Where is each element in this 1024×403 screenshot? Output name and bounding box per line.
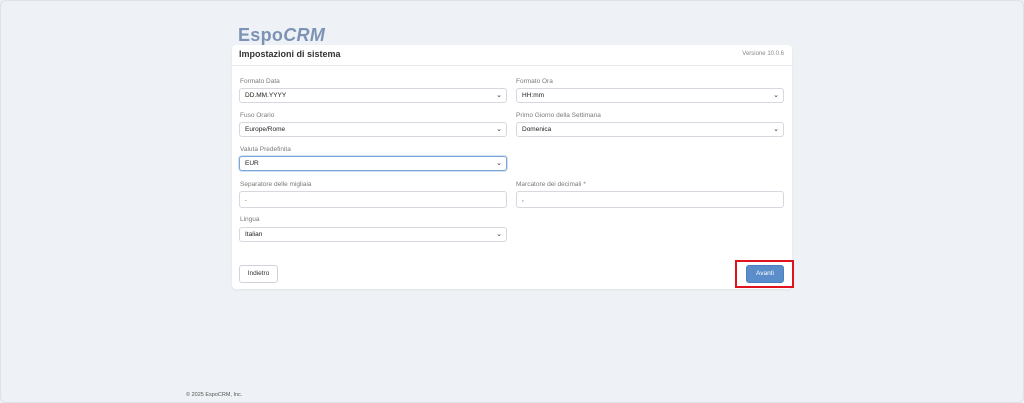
date-format-label: Formato Data [240,78,280,85]
decimal-mark-value: , [522,196,524,203]
next-button-highlight [735,260,794,288]
timezone-value: Europe/Rome [245,126,286,133]
timezone-label: Fuso Orario [240,112,275,119]
espocrm-logo: EspoCRM [238,25,325,46]
date-format-value: DD.MM.YYYY [245,92,287,99]
time-format-label: Formato Ora [516,78,553,85]
language-value: Italian [245,231,263,238]
thousand-separator-input[interactable]: . [239,191,507,208]
week-start-select[interactable]: Domenica ⌄ [516,122,784,137]
currency-select[interactable]: EUR ⌄ [239,156,507,171]
time-format-value: HH:mm [522,92,545,99]
decimal-mark-label: Marcatore dei decimali * [516,181,586,188]
week-start-value: Domenica [522,126,552,133]
chevron-down-icon: ⌄ [773,92,779,99]
currency-value: EUR [245,160,259,167]
logo-text-espo: Espo [238,25,284,45]
version-label: Versione 10.0.6 [742,51,784,57]
footer-copyright: © 2025 EspoCRM, Inc. [186,392,243,398]
chevron-down-icon: ⌄ [496,160,502,167]
logo-text-crm: CRM [283,25,326,45]
thousand-separator-value: . [245,196,247,203]
time-format-select[interactable]: HH:mm ⌄ [516,88,784,103]
panel-header: Impostazioni di sistema Versione 10.0.6 [232,45,792,66]
chevron-down-icon: ⌄ [773,126,779,133]
chevron-down-icon: ⌄ [496,92,502,99]
language-label: Lingua [240,216,260,223]
chevron-down-icon: ⌄ [496,126,502,133]
timezone-select[interactable]: Europe/Rome ⌄ [239,122,507,137]
date-format-select[interactable]: DD.MM.YYYY ⌄ [239,88,507,103]
page-title: Impostazioni di sistema [239,49,341,59]
currency-label: Valuta Predefinita [240,146,291,153]
language-select[interactable]: Italian ⌄ [239,227,507,242]
chevron-down-icon: ⌄ [496,231,502,238]
decimal-mark-input[interactable]: , [516,191,784,208]
thousand-separator-label: Separatore delle migliaia [240,181,312,188]
back-button[interactable]: Indietro [239,265,278,283]
week-start-label: Primo Giorno della Settimana [516,112,601,119]
